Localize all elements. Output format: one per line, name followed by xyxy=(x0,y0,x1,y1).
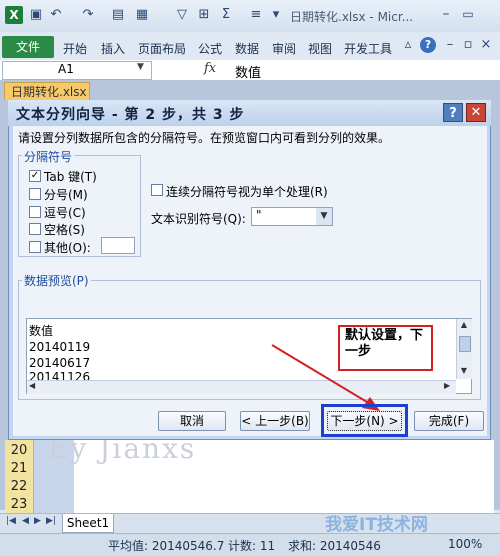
finish-button[interactable]: 完成(F) xyxy=(414,411,484,431)
cancel-button[interactable]: 取消 xyxy=(158,411,226,431)
back-button[interactable]: < 上一步(B) xyxy=(240,411,310,431)
site-watermark: 我爱IT技术网 xyxy=(325,515,428,535)
annotation-arrow xyxy=(271,344,380,411)
next-button[interactable]: 下一步(N) > xyxy=(327,411,402,431)
